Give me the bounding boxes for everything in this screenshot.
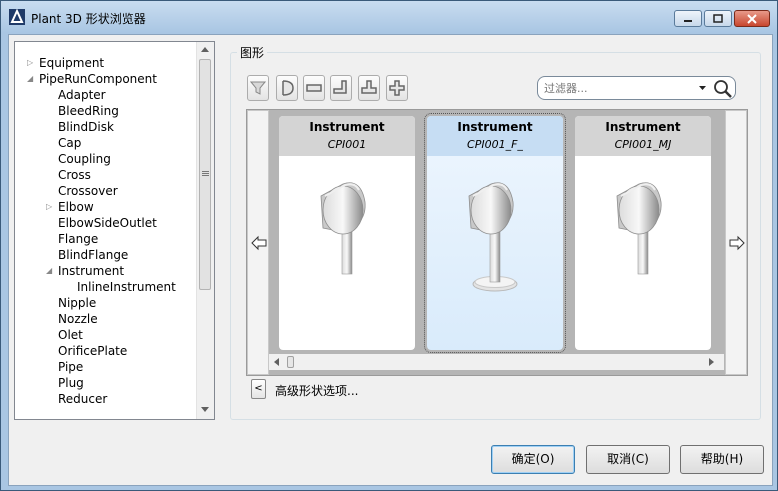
help-button[interactable]: 帮助(H)	[680, 445, 764, 474]
shape-browser-window: Plant 3D 形状浏览器 Equipment ▷ PipeRunComponen…	[0, 0, 778, 491]
tree-item[interactable]: Reducer	[58, 391, 107, 407]
tree-item[interactable]: BlindFlange	[58, 247, 128, 263]
filter-input[interactable]	[544, 80, 694, 96]
shapes-group-label: 图形	[237, 44, 268, 61]
shape-end-cap-button[interactable]	[276, 75, 298, 101]
autocad-plant-logo-icon	[9, 9, 25, 25]
tree-item[interactable]: Elbow	[58, 199, 94, 215]
instrument-preview-image	[320, 182, 366, 275]
shape-card-header: Instrument CPI001	[279, 116, 415, 156]
scroll-right-arrow-icon[interactable]	[709, 358, 714, 366]
tree-collapsed-arrow-icon[interactable]: ▷	[46, 199, 54, 215]
maximize-icon	[713, 14, 723, 23]
tree-item[interactable]: Coupling	[58, 151, 111, 167]
tree-item[interactable]: BleedRing	[58, 103, 119, 119]
shape-card-code: CPI001_MJ	[614, 138, 672, 151]
tree-item[interactable]: Olet	[58, 327, 83, 343]
tree-expanded-arrow-icon[interactable]: ◢	[46, 263, 54, 279]
maximize-button[interactable]	[704, 10, 732, 27]
tree-item[interactable]: Equipment	[39, 55, 104, 71]
arrow-right-icon	[729, 235, 745, 251]
filter-combobox[interactable]	[537, 76, 736, 100]
shape-card-code: CPI001	[327, 138, 367, 151]
shape-card[interactable]: Instrument CPI001	[279, 116, 415, 350]
shape-cross-button[interactable]	[386, 75, 408, 101]
chevron-down-icon[interactable]	[699, 86, 706, 91]
tree-vertical-scrollbar[interactable]	[196, 42, 214, 419]
tree-item[interactable]: InlineInstrument	[77, 279, 176, 295]
shape-card-header: Instrument CPI001_F_	[427, 116, 563, 156]
gallery-prev-button[interactable]	[247, 110, 269, 375]
shape-card-name: Instrument	[309, 120, 385, 134]
minimize-button[interactable]	[674, 10, 702, 27]
close-icon	[747, 13, 757, 24]
shape-card[interactable]: Instrument CPI001_F_	[424, 113, 566, 353]
cross-icon	[389, 80, 405, 96]
scroll-up-arrow-icon[interactable]	[201, 46, 209, 52]
minimize-icon	[684, 19, 692, 22]
scroll-grip-icon	[202, 171, 209, 176]
tree-item[interactable]: Nozzle	[58, 311, 98, 327]
tree-item[interactable]: Plug	[58, 375, 84, 391]
tree-item[interactable]: BlindDisk	[58, 119, 114, 135]
tree-item[interactable]: OrificePlate	[58, 343, 127, 359]
elbow-icon	[333, 80, 347, 94]
scroll-left-arrow-icon[interactable]	[274, 358, 279, 366]
tree-collapsed-arrow-icon[interactable]: ▷	[27, 55, 35, 71]
cancel-button[interactable]: 取消(C)	[586, 445, 670, 474]
shape-tee-button[interactable]	[358, 75, 380, 101]
half-round-shape-icon	[282, 80, 294, 96]
gallery-horizontal-scrollbar[interactable]	[269, 354, 724, 370]
tee-icon	[361, 80, 377, 94]
gallery-next-button[interactable]	[725, 110, 747, 375]
tree-item[interactable]: Adapter	[58, 87, 106, 103]
dialog-body: Equipment ▷ PipeRunComponent ◢ Adapter BleedR…	[8, 34, 773, 486]
close-button[interactable]	[734, 10, 770, 27]
shape-card-code: CPI001_F_	[467, 138, 523, 151]
filter-funnel-button[interactable]	[247, 75, 269, 101]
advanced-options-toggle-button[interactable]: <	[251, 379, 266, 399]
tree-item[interactable]: PipeRunComponent	[39, 71, 157, 87]
straight-pipe-icon	[306, 84, 322, 92]
shape-card-name: Instrument	[457, 120, 533, 134]
tree-item[interactable]: Pipe	[58, 359, 83, 375]
tree-item[interactable]: Cap	[58, 135, 81, 151]
shape-card-name: Instrument	[605, 120, 681, 134]
instrument-preview-image	[468, 182, 518, 292]
tree-scroll-thumb[interactable]	[199, 59, 211, 290]
tree-item[interactable]: Cross	[58, 167, 91, 183]
scroll-down-arrow-icon[interactable]	[201, 407, 209, 413]
funnel-icon	[250, 81, 266, 95]
search-icon[interactable]	[713, 79, 733, 99]
shape-card-header: Instrument CPI001_MJ	[575, 116, 711, 156]
gallery-scroll-thumb[interactable]	[287, 356, 294, 368]
tree-item[interactable]: Nipple	[58, 295, 96, 311]
shape-gallery: Instrument CPI001 Instrument CPI001_F_ Instr…	[246, 109, 748, 376]
tree-item[interactable]: Flange	[58, 231, 98, 247]
shape-card[interactable]: Instrument CPI001_MJ	[575, 116, 711, 350]
tree-item[interactable]: Instrument	[58, 263, 124, 279]
shape-tree[interactable]: Equipment ▷ PipeRunComponent ◢ Adapter BleedR…	[14, 41, 215, 420]
instrument-preview-image	[616, 182, 662, 275]
arrow-left-icon	[251, 235, 267, 251]
tree-expanded-arrow-icon[interactable]: ◢	[27, 71, 35, 87]
advanced-options-label[interactable]: 高级形状选项...	[275, 382, 358, 399]
shape-elbow-button[interactable]	[330, 75, 352, 101]
tree-item[interactable]: Crossover	[58, 183, 118, 199]
window-title: Plant 3D 形状浏览器	[31, 12, 146, 26]
ok-button[interactable]: 确定(O)	[491, 445, 575, 474]
shape-straight-button[interactable]	[303, 75, 325, 101]
title-bar[interactable]: Plant 3D 形状浏览器	[1, 1, 777, 33]
tree-item[interactable]: ElbowSideOutlet	[58, 215, 157, 231]
